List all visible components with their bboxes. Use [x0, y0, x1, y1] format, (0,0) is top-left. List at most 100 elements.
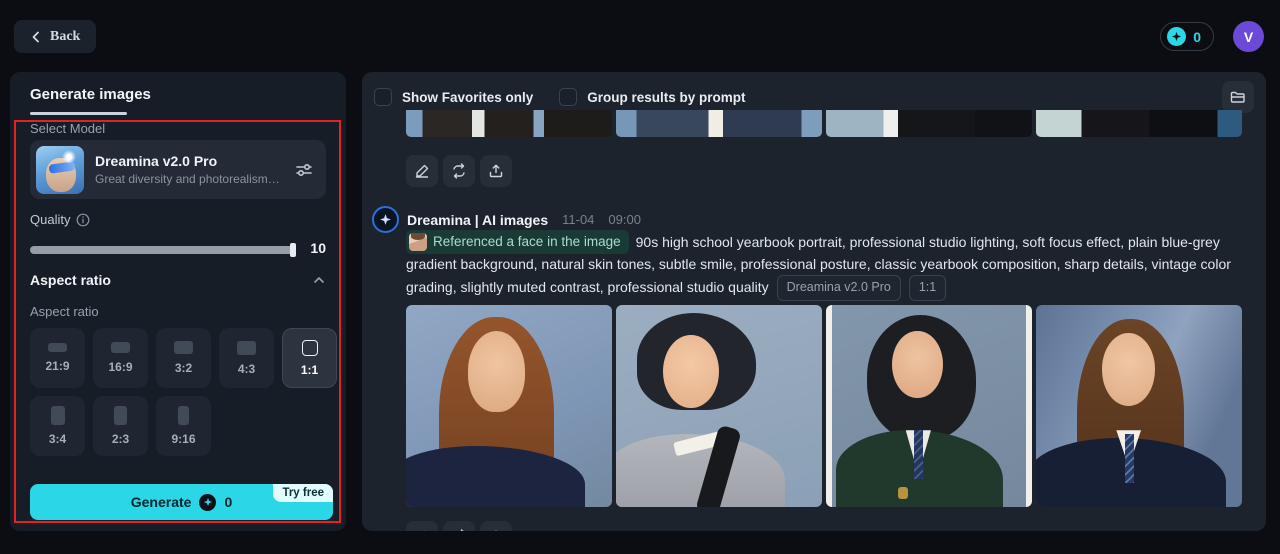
ratio-shape-icon [174, 341, 193, 354]
ratio-label: 2:3 [111, 432, 130, 446]
edit-button[interactable] [406, 155, 438, 187]
model-name: Dreamina v2.0 Pro [95, 153, 218, 169]
generate-cost: 0 [224, 494, 233, 510]
model-selector[interactable]: Dreamina v2.0 Pro Great diversity and ph… [30, 140, 326, 199]
result-image[interactable] [826, 110, 1032, 137]
aspect-option-9-16[interactable]: 9:16 [156, 396, 211, 456]
generate-sidebar: Generate images Select Model Dreamina v2… [10, 72, 346, 531]
aspect-option-16-9[interactable]: 16:9 [93, 328, 148, 388]
avatar-initial: V [1243, 28, 1254, 45]
face-reference-pill[interactable]: Referenced a face in the image [406, 230, 629, 254]
edit-button[interactable] [406, 521, 438, 531]
generation-time: 09:00 [608, 212, 641, 227]
ratio-label: 4:3 [237, 361, 256, 376]
ratio-label: 3:2 [174, 361, 193, 375]
aspect-ratio-section-header[interactable]: Aspect ratio [30, 272, 326, 288]
model-info: Dreamina v2.0 Pro Great diversity and ph… [95, 153, 283, 186]
result-image[interactable] [406, 110, 612, 137]
aspect-ratio-title: Aspect ratio [30, 272, 111, 288]
result-image[interactable] [406, 305, 612, 507]
checkbox[interactable] [374, 88, 392, 106]
top-bar: Back 0 V [0, 0, 1280, 60]
ratio-label: 16:9 [108, 360, 133, 374]
tab-generate-images[interactable]: Generate images [30, 86, 151, 103]
result-actions-toolbar [406, 521, 512, 531]
result-image[interactable] [616, 305, 822, 507]
result-image[interactable] [1036, 110, 1242, 137]
filter-label: Show Favorites only [402, 89, 534, 105]
ratio-shape-icon [301, 339, 318, 356]
aspect-option-4-3[interactable]: 4:3 [219, 328, 274, 388]
pencil-icon [424, 530, 425, 531]
result-actions-toolbar [406, 155, 512, 187]
ratio-shape-icon [237, 340, 256, 355]
aspect-option-2-3[interactable]: 2:3 [93, 396, 148, 456]
select-model-label: Select Model [30, 121, 106, 136]
user-avatar[interactable]: V [1233, 21, 1264, 52]
generate-label: Generate [130, 494, 192, 510]
generation-header: Dreamina | AI images 11-04 09:00 [372, 206, 641, 233]
generated-images-row [406, 305, 1242, 507]
export-button[interactable] [480, 155, 512, 187]
try-free-badge: Try free [273, 484, 333, 502]
reference-label: Referenced a face in the image [433, 234, 621, 249]
result-image[interactable] [1036, 305, 1242, 507]
ratio-shape-icon [114, 406, 127, 425]
quality-slider[interactable] [30, 243, 296, 257]
quality-slider-handle[interactable] [290, 243, 296, 257]
aspect-ratio-options: 21:9 16:9 3:2 4:3 1:1 3:4 2:3 9:16 [30, 328, 342, 456]
ratio-label: 3:4 [48, 432, 67, 446]
filter-group-results-by-prompt[interactable]: Group results by prompt [559, 88, 746, 106]
ratio-label: 21:9 [45, 359, 70, 373]
quality-slider-row: 10 [30, 240, 326, 258]
model-thumbnail [36, 145, 84, 194]
repeat-icon [460, 529, 464, 531]
ratio-shape-icon [50, 406, 65, 425]
credits-pill[interactable]: 0 [1160, 22, 1214, 51]
aspect-ratio-sublabel: Aspect ratio [30, 304, 99, 319]
export-button[interactable] [480, 521, 512, 531]
result-image[interactable] [826, 305, 1032, 507]
results-panel: Show Favorites only Group results by prom… [362, 72, 1266, 531]
pencil-icon [415, 164, 429, 178]
checkbox[interactable] [559, 88, 578, 106]
layout-toggle-button[interactable] [1222, 81, 1254, 113]
chevron-left-icon [32, 31, 39, 42]
ratio-label: 9:16 [171, 432, 196, 446]
upload-icon [495, 530, 497, 531]
regenerate-button[interactable] [443, 521, 475, 531]
ratio-shape-icon [178, 406, 189, 425]
aspect-option-21-9[interactable]: 21:9 [30, 328, 85, 388]
credit-coin-icon [199, 493, 217, 511]
folder-icon [1230, 91, 1245, 103]
quality-value: 10 [310, 240, 326, 256]
credit-coin-icon [1167, 27, 1187, 46]
prompt-tags: Dreamina v2.0 Pro 1:1 [769, 275, 947, 301]
aspect-option-1-1[interactable]: 1:1 [282, 328, 337, 388]
ratio-label: 1:1 [300, 362, 319, 377]
credits-count: 0 [1193, 28, 1201, 45]
info-icon[interactable] [76, 213, 90, 227]
back-button[interactable]: Back [14, 20, 97, 53]
aspect-option-3-2[interactable]: 3:2 [156, 328, 211, 388]
results-filters-row: Show Favorites only Group results by prom… [374, 80, 1254, 114]
model-settings-icon[interactable] [294, 160, 314, 180]
prompt-tag: 1:1 [908, 275, 947, 301]
quality-row: Quality [30, 212, 90, 227]
generate-button[interactable]: Generate 0 Try free [30, 484, 333, 520]
prompt-block: Referenced a face in the image 90s high … [406, 230, 1242, 301]
back-label: Back [50, 28, 81, 44]
repeat-icon [453, 163, 465, 179]
prompt-tag: Dreamina v2.0 Pro [776, 275, 901, 301]
generation-date: 11-04 [562, 212, 595, 227]
upload-icon [489, 164, 503, 178]
result-image[interactable] [616, 110, 822, 137]
dreamina-logo-icon [372, 206, 399, 233]
reference-face-thumbnail [409, 232, 427, 251]
quality-label: Quality [30, 212, 71, 227]
regenerate-button[interactable] [443, 155, 475, 187]
filter-show-favorites-only[interactable]: Show Favorites only [374, 88, 533, 106]
aspect-option-3-4[interactable]: 3:4 [30, 396, 85, 456]
model-description: Great diversity and photorealism. Of… [95, 172, 283, 186]
tab-active-underline [30, 112, 127, 115]
